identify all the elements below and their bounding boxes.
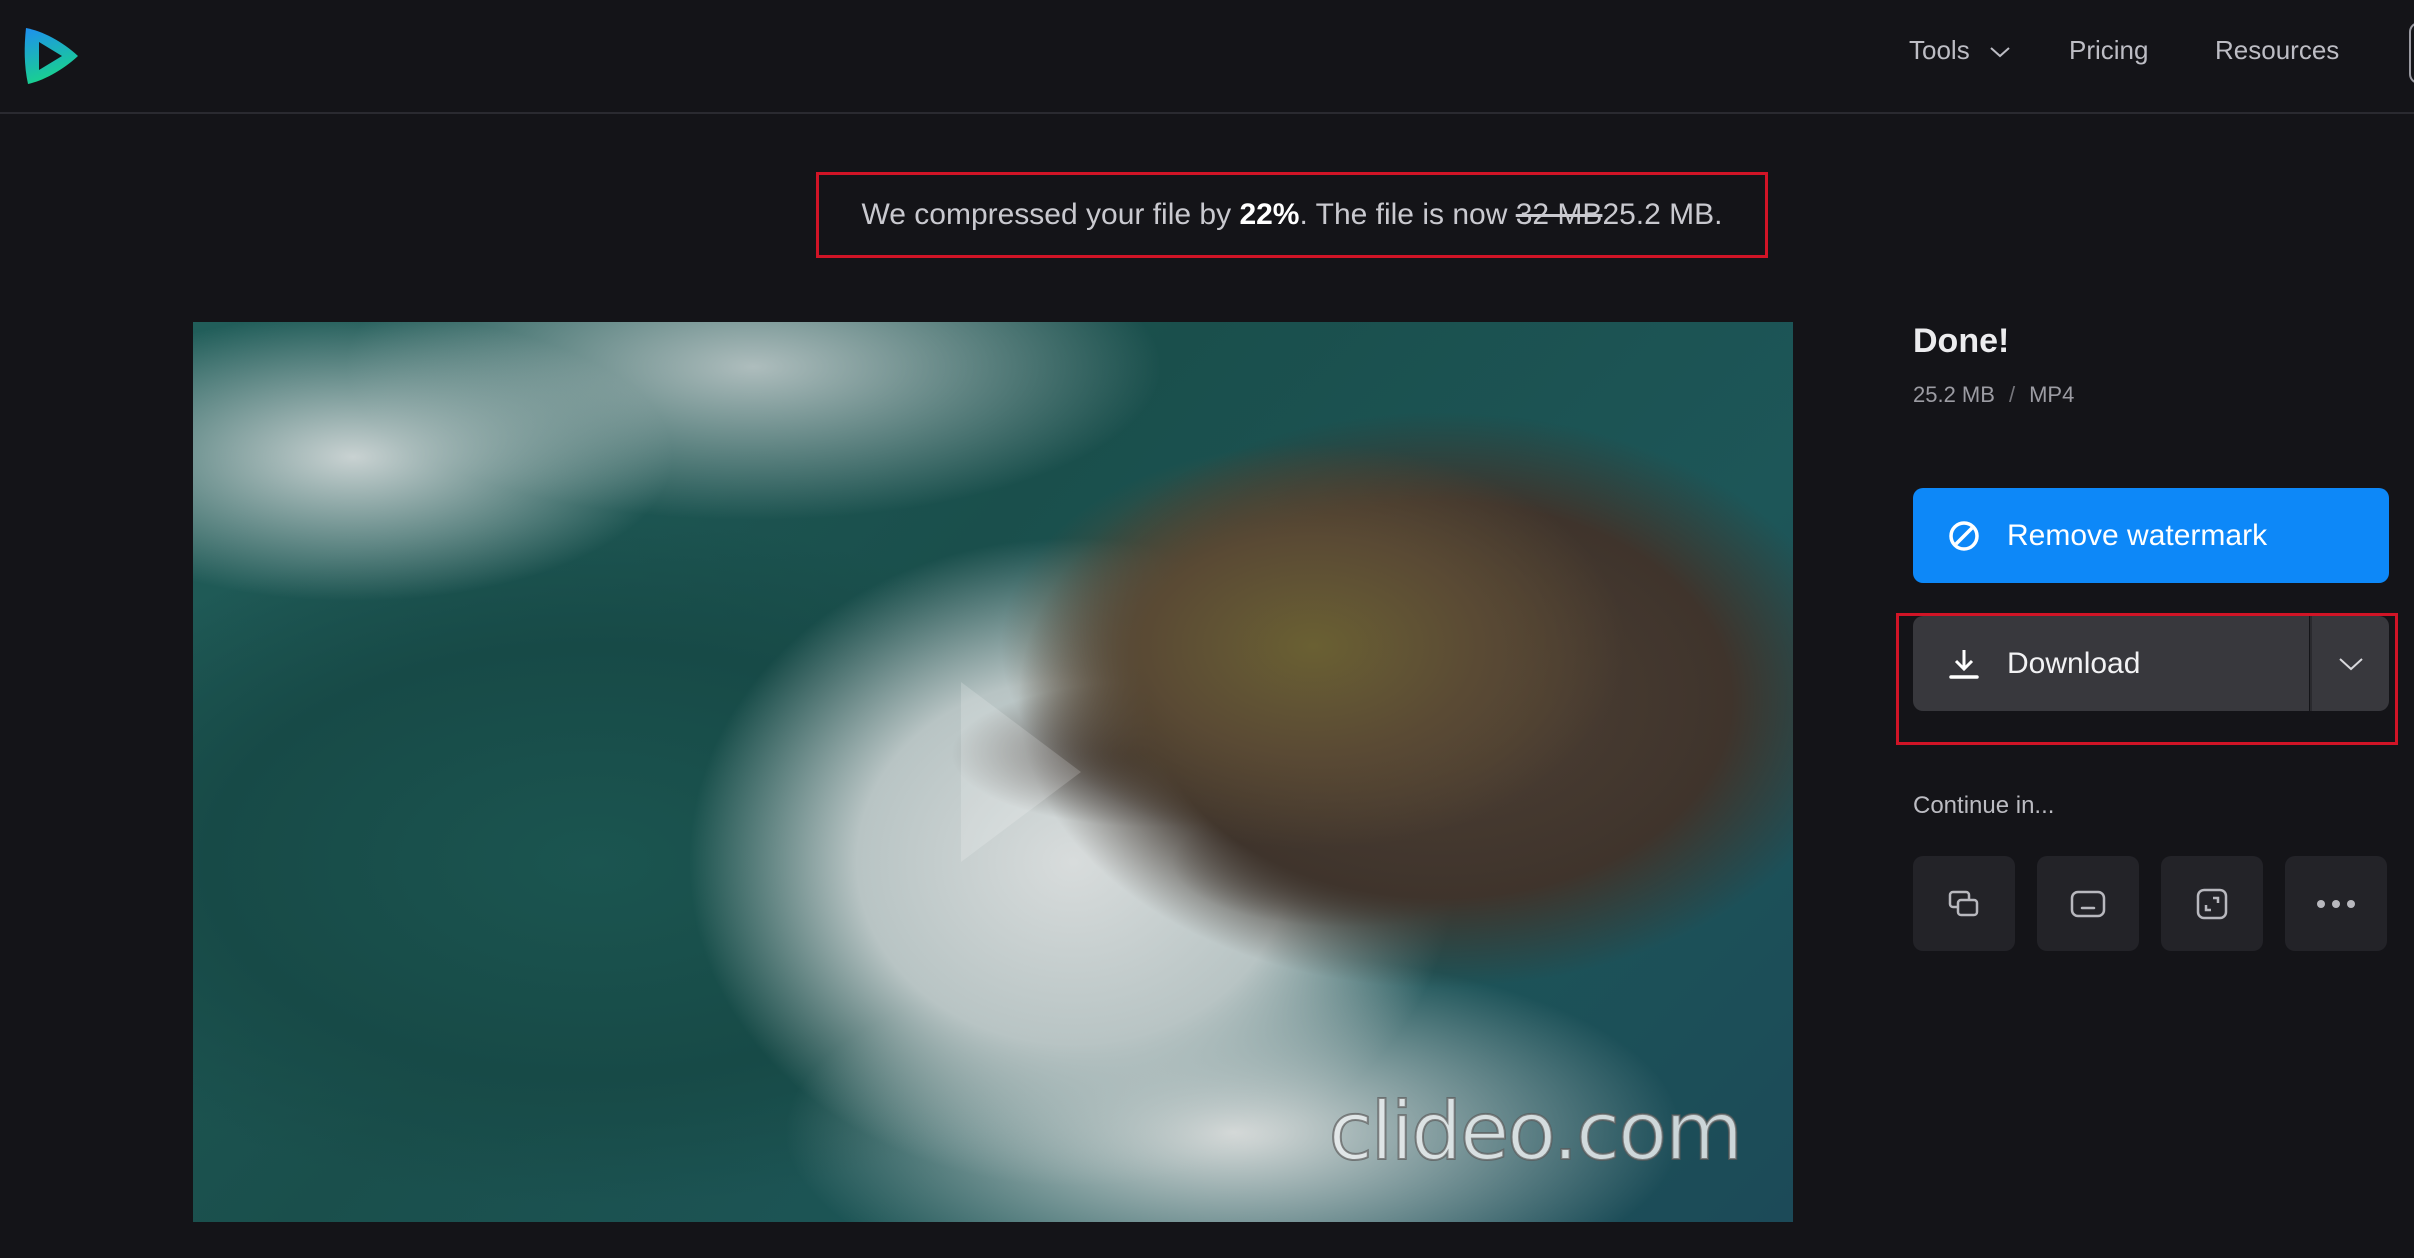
play-icon[interactable] (961, 682, 1081, 862)
nav-resources[interactable]: Resources (2215, 30, 2339, 70)
meta-separator: / (2008, 382, 2016, 407)
nav-tools[interactable]: Tools (1909, 30, 2011, 70)
banner-middle: . The file is now (1299, 198, 1508, 231)
new-file-size: 25.2 MB. (1602, 198, 1723, 231)
banner-prefix: We compressed your file by (861, 198, 1232, 231)
continue-in-label: Continue in... (1913, 792, 2055, 819)
chevron-down-icon (1990, 47, 2010, 58)
continue-subtitles-button[interactable] (2037, 856, 2139, 951)
subtitles-icon (2070, 890, 2106, 917)
download-options-button[interactable] (2310, 616, 2389, 711)
continue-resize-button[interactable] (2161, 856, 2263, 951)
download-label: Download (2007, 646, 2141, 680)
nav-account-button[interactable] (2409, 22, 2414, 84)
file-format: MP4 (2029, 382, 2075, 407)
compression-result-banner: We compressed your file by 22%. The file… (816, 172, 1768, 258)
chevron-down-icon (2338, 657, 2363, 670)
download-icon (1949, 649, 1979, 679)
download-button[interactable]: Download (1913, 616, 2309, 711)
more-icon (2317, 899, 2355, 908)
merge-icon (1948, 890, 1979, 916)
remove-watermark-label: Remove watermark (2007, 518, 2268, 552)
file-size: 25.2 MB (1913, 382, 1995, 407)
result-title: Done! (1913, 322, 2010, 360)
video-preview[interactable]: clideo.com (193, 322, 1793, 1222)
file-meta: 25.2 MB / MP4 (1913, 382, 2074, 408)
continue-more-button[interactable] (2285, 856, 2387, 951)
clideo-logo-icon[interactable] (22, 26, 82, 86)
resize-icon (2196, 888, 2228, 919)
watermark: clideo.com (1328, 1084, 1744, 1179)
continue-merge-button[interactable] (1913, 856, 2015, 951)
remove-watermark-button[interactable]: Remove watermark (1913, 488, 2389, 583)
compression-percent: 22% (1239, 198, 1300, 231)
top-nav: Tools Pricing Resources (0, 0, 2414, 114)
prohibited-icon (1949, 520, 1979, 551)
nav-pricing[interactable]: Pricing (2069, 30, 2148, 70)
old-file-size: 32 MB (1515, 198, 1603, 231)
nav-tools-label: Tools (1909, 35, 1970, 65)
